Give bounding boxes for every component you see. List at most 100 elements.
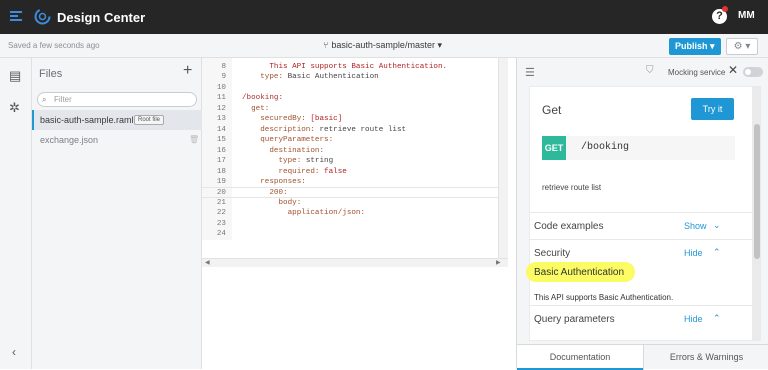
- left-rail: ▤ ✲ ‹: [0, 58, 32, 369]
- files-panel: Files + Filter ⌕ basic-auth-sample.raml …: [32, 58, 202, 369]
- design-center-logo-icon: [34, 8, 51, 25]
- line-number: 16: [216, 146, 226, 155]
- file-item-root[interactable]: basic-auth-sample.raml Root file: [32, 110, 202, 130]
- shield-icon: ⛉: [646, 65, 654, 76]
- show-code-examples-button[interactable]: Show: [684, 221, 707, 231]
- try-it-button[interactable]: Try it: [691, 98, 734, 120]
- query-parameters-section: Query parameters Hide ⌃: [530, 305, 752, 332]
- doc-tabs: Documentation Errors & Warnings: [517, 344, 768, 370]
- branch-selector[interactable]: ⑂ basic-auth-sample/master ▾: [323, 40, 442, 51]
- app-title: Design Center: [57, 10, 146, 25]
- close-icon[interactable]: ✕: [728, 63, 738, 77]
- code-line[interactable]: 10: [202, 83, 508, 93]
- files-view-icon[interactable]: ▤: [9, 68, 21, 84]
- code-text: destination:: [269, 146, 325, 155]
- code-line[interactable]: 21 body:: [202, 198, 508, 208]
- file-name: basic-auth-sample.raml: [40, 115, 134, 125]
- top-bar: Design Center ? MM: [0, 0, 768, 34]
- code-line[interactable]: 13 securedBy: [basic]: [202, 114, 508, 124]
- branch-icon: ⑂: [323, 40, 329, 50]
- code-line[interactable]: 23: [202, 219, 508, 229]
- doc-scrollbar[interactable]: [753, 86, 761, 341]
- code-line[interactable]: 18 required: false: [202, 167, 508, 177]
- code-text: type: string: [278, 157, 334, 166]
- line-number: 23: [216, 219, 226, 228]
- code-text: type: Basic Authentication: [260, 73, 379, 82]
- code-line[interactable]: 22 application/json:: [202, 208, 508, 218]
- line-number: 14: [216, 125, 226, 134]
- collapse-icon[interactable]: ‹: [12, 345, 16, 359]
- hide-query-parameters-button[interactable]: Hide: [684, 314, 703, 324]
- code-line[interactable]: 24: [202, 229, 508, 239]
- menu-icon[interactable]: [10, 11, 22, 21]
- section-title: Query parameters: [534, 314, 615, 325]
- line-number: 15: [216, 136, 226, 145]
- tab-documentation[interactable]: Documentation: [517, 345, 643, 370]
- dependencies-icon[interactable]: ✲: [9, 100, 20, 116]
- chevron-up-icon[interactable]: ⌃: [713, 313, 721, 324]
- file-item-exchange[interactable]: exchange.json 🗑: [32, 130, 202, 150]
- code-line[interactable]: 8 This API supports Basic Authentication…: [202, 62, 508, 72]
- code-examples-section: Code examples Show ⌄: [530, 212, 752, 239]
- code-line[interactable]: 11/booking:: [202, 93, 508, 103]
- code-line[interactable]: 15 queryParameters:: [202, 135, 508, 145]
- line-number: 12: [216, 104, 226, 113]
- code-text: required: false: [278, 167, 347, 176]
- doc-header: ☰ ⛉ Mocking service ✕: [517, 58, 768, 86]
- security-scheme-description: This API supports Basic Authentication.: [534, 293, 674, 302]
- add-file-icon[interactable]: +: [183, 62, 192, 80]
- code-text: responses:: [260, 177, 306, 186]
- line-number: 17: [216, 157, 226, 166]
- code-text: application/json:: [287, 209, 366, 218]
- mocking-service-label: Mocking service: [668, 68, 726, 77]
- publish-button[interactable]: Publish ▾: [669, 38, 721, 55]
- method-description: retrieve route list: [542, 183, 602, 192]
- root-file-badge: Root file: [134, 115, 165, 125]
- method-title: Get: [542, 103, 562, 117]
- line-number: 18: [216, 167, 226, 176]
- documentation-panel: ☰ ⛉ Mocking service ✕ Get Try it GET /bo…: [516, 58, 768, 370]
- mocking-service-toggle[interactable]: [743, 67, 763, 77]
- doc-content: Get Try it GET /booking retrieve route l…: [526, 86, 753, 341]
- hide-security-button[interactable]: Hide: [684, 248, 703, 258]
- settings-button[interactable]: ⚙ ▾: [726, 38, 758, 55]
- code-line[interactable]: 19 responses:: [202, 177, 508, 187]
- scroll-right-icon[interactable]: ▶: [496, 259, 501, 266]
- line-number: 24: [216, 230, 226, 239]
- scroll-left-icon[interactable]: ◀: [205, 259, 210, 266]
- filter-input[interactable]: Filter: [37, 92, 197, 107]
- code-text: body:: [278, 198, 302, 207]
- code-line[interactable]: 9 type: Basic Authentication: [202, 72, 508, 82]
- files-title: Files: [39, 68, 63, 80]
- endpoint-url: GET /booking: [542, 136, 735, 160]
- code-text: description: retrieve route list: [260, 125, 407, 134]
- line-number: 21: [216, 198, 226, 207]
- line-number: 8: [221, 63, 226, 71]
- file-name: exchange.json: [40, 135, 99, 145]
- code-line[interactable]: 14 description: retrieve route list: [202, 125, 508, 135]
- tab-errors-warnings[interactable]: Errors & Warnings: [643, 345, 768, 370]
- editor-vertical-scrollbar[interactable]: [498, 58, 508, 258]
- delete-icon[interactable]: 🗑: [189, 130, 199, 150]
- code-text: securedBy: [basic]: [260, 115, 343, 124]
- chevron-down-icon[interactable]: ⌄: [713, 220, 721, 231]
- method-badge: GET: [542, 136, 566, 160]
- code-line[interactable]: 20 200:: [202, 187, 508, 198]
- line-number: 9: [221, 73, 226, 82]
- user-avatar[interactable]: MM: [738, 10, 755, 21]
- code-line[interactable]: 16 destination:: [202, 146, 508, 156]
- editor-horizontal-scrollbar[interactable]: ◀ ▶: [202, 258, 508, 267]
- project-bar: Saved a few seconds ago ⑂ basic-auth-samp…: [0, 34, 768, 58]
- code-line[interactable]: 12 get:: [202, 104, 508, 114]
- code-editor[interactable]: 8 This API supports Basic Authentication…: [202, 58, 508, 263]
- code-text: This API supports Basic Authentication.: [269, 63, 448, 71]
- code-text: /booking:: [242, 94, 284, 103]
- branch-label: basic-auth-sample/master ▾: [331, 40, 442, 50]
- code-text: queryParameters:: [260, 136, 334, 145]
- line-number: 13: [216, 115, 226, 124]
- chevron-up-icon[interactable]: ⌃: [713, 247, 721, 258]
- doc-menu-icon[interactable]: ☰: [525, 66, 535, 79]
- search-icon: ⌕: [42, 95, 47, 104]
- code-text: get:: [251, 104, 270, 113]
- code-line[interactable]: 17 type: string: [202, 156, 508, 166]
